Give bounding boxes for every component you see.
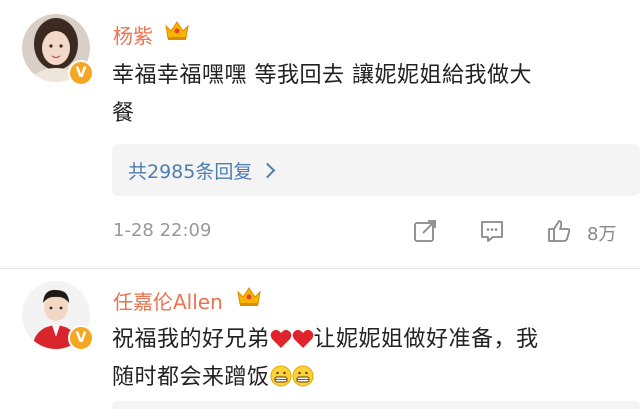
comment-text-line: 随时都会来蹭饭 [112, 359, 632, 397]
crown-badge-icon [165, 21, 189, 40]
like-thumb-icon[interactable] [546, 218, 572, 244]
comment-text-line: 餐 [112, 101, 135, 126]
comment-text: 幸福幸福嘿嘿 等我回去 讓妮妮姐給我做大 餐 [112, 57, 632, 133]
comment-text: 祝福我的好兄弟 让妮妮姐做好准备，我 随时都会来蹭饭 [112, 321, 632, 397]
verified-badge-icon: V [68, 325, 94, 351]
comment-text-segment: 让妮妮姐做好准备，我 [313, 327, 539, 352]
crown-badge-icon [237, 287, 261, 306]
comment-text-line: 幸福幸福嘿嘿 等我回去 讓妮妮姐給我做大 [112, 63, 532, 88]
red-heart-icon [270, 329, 291, 348]
verified-badge-icon: V [68, 60, 94, 86]
comment-timestamp: 1-28 22:09 [113, 220, 212, 241]
comment-text-line: 祝福我的好兄弟 让妮妮姐做好准备，我 [112, 321, 632, 359]
grinning-face-icon [292, 365, 314, 387]
comment-text-segment: 随时都会来蹭饭 [112, 365, 270, 390]
chevron-right-icon [260, 162, 276, 179]
comment-username[interactable]: 杨紫 [113, 20, 153, 49]
weibo-comments-page: V 杨紫 幸福幸福嘿嘿 等我回去 讓妮妮姐給我做大 餐 共2985条回复 1-2… [0, 0, 640, 409]
replies-box-partial [112, 401, 640, 409]
comment-item: V 任嘉伦Allen 祝福我的好兄弟 让妮妮姐做好准备，我 随时都会来蹭饭 [0, 269, 640, 409]
comment-icon[interactable] [479, 218, 505, 244]
comment-username[interactable]: 任嘉伦Allen [113, 286, 223, 315]
replies-box: 共2985条回复 [112, 144, 640, 196]
comment-item: V 杨紫 幸福幸福嘿嘿 等我回去 讓妮妮姐給我做大 餐 共2985条回复 1-2… [0, 0, 640, 268]
red-heart-icon [292, 329, 313, 348]
share-icon[interactable] [412, 218, 438, 244]
view-replies-link[interactable]: 共2985条回复 [128, 157, 276, 184]
grinning-face-icon [270, 365, 292, 387]
replies-count-label: 共2985条回复 [128, 161, 253, 183]
like-count: 8万 [587, 224, 617, 245]
comment-text-segment: 祝福我的好兄弟 [112, 327, 270, 352]
